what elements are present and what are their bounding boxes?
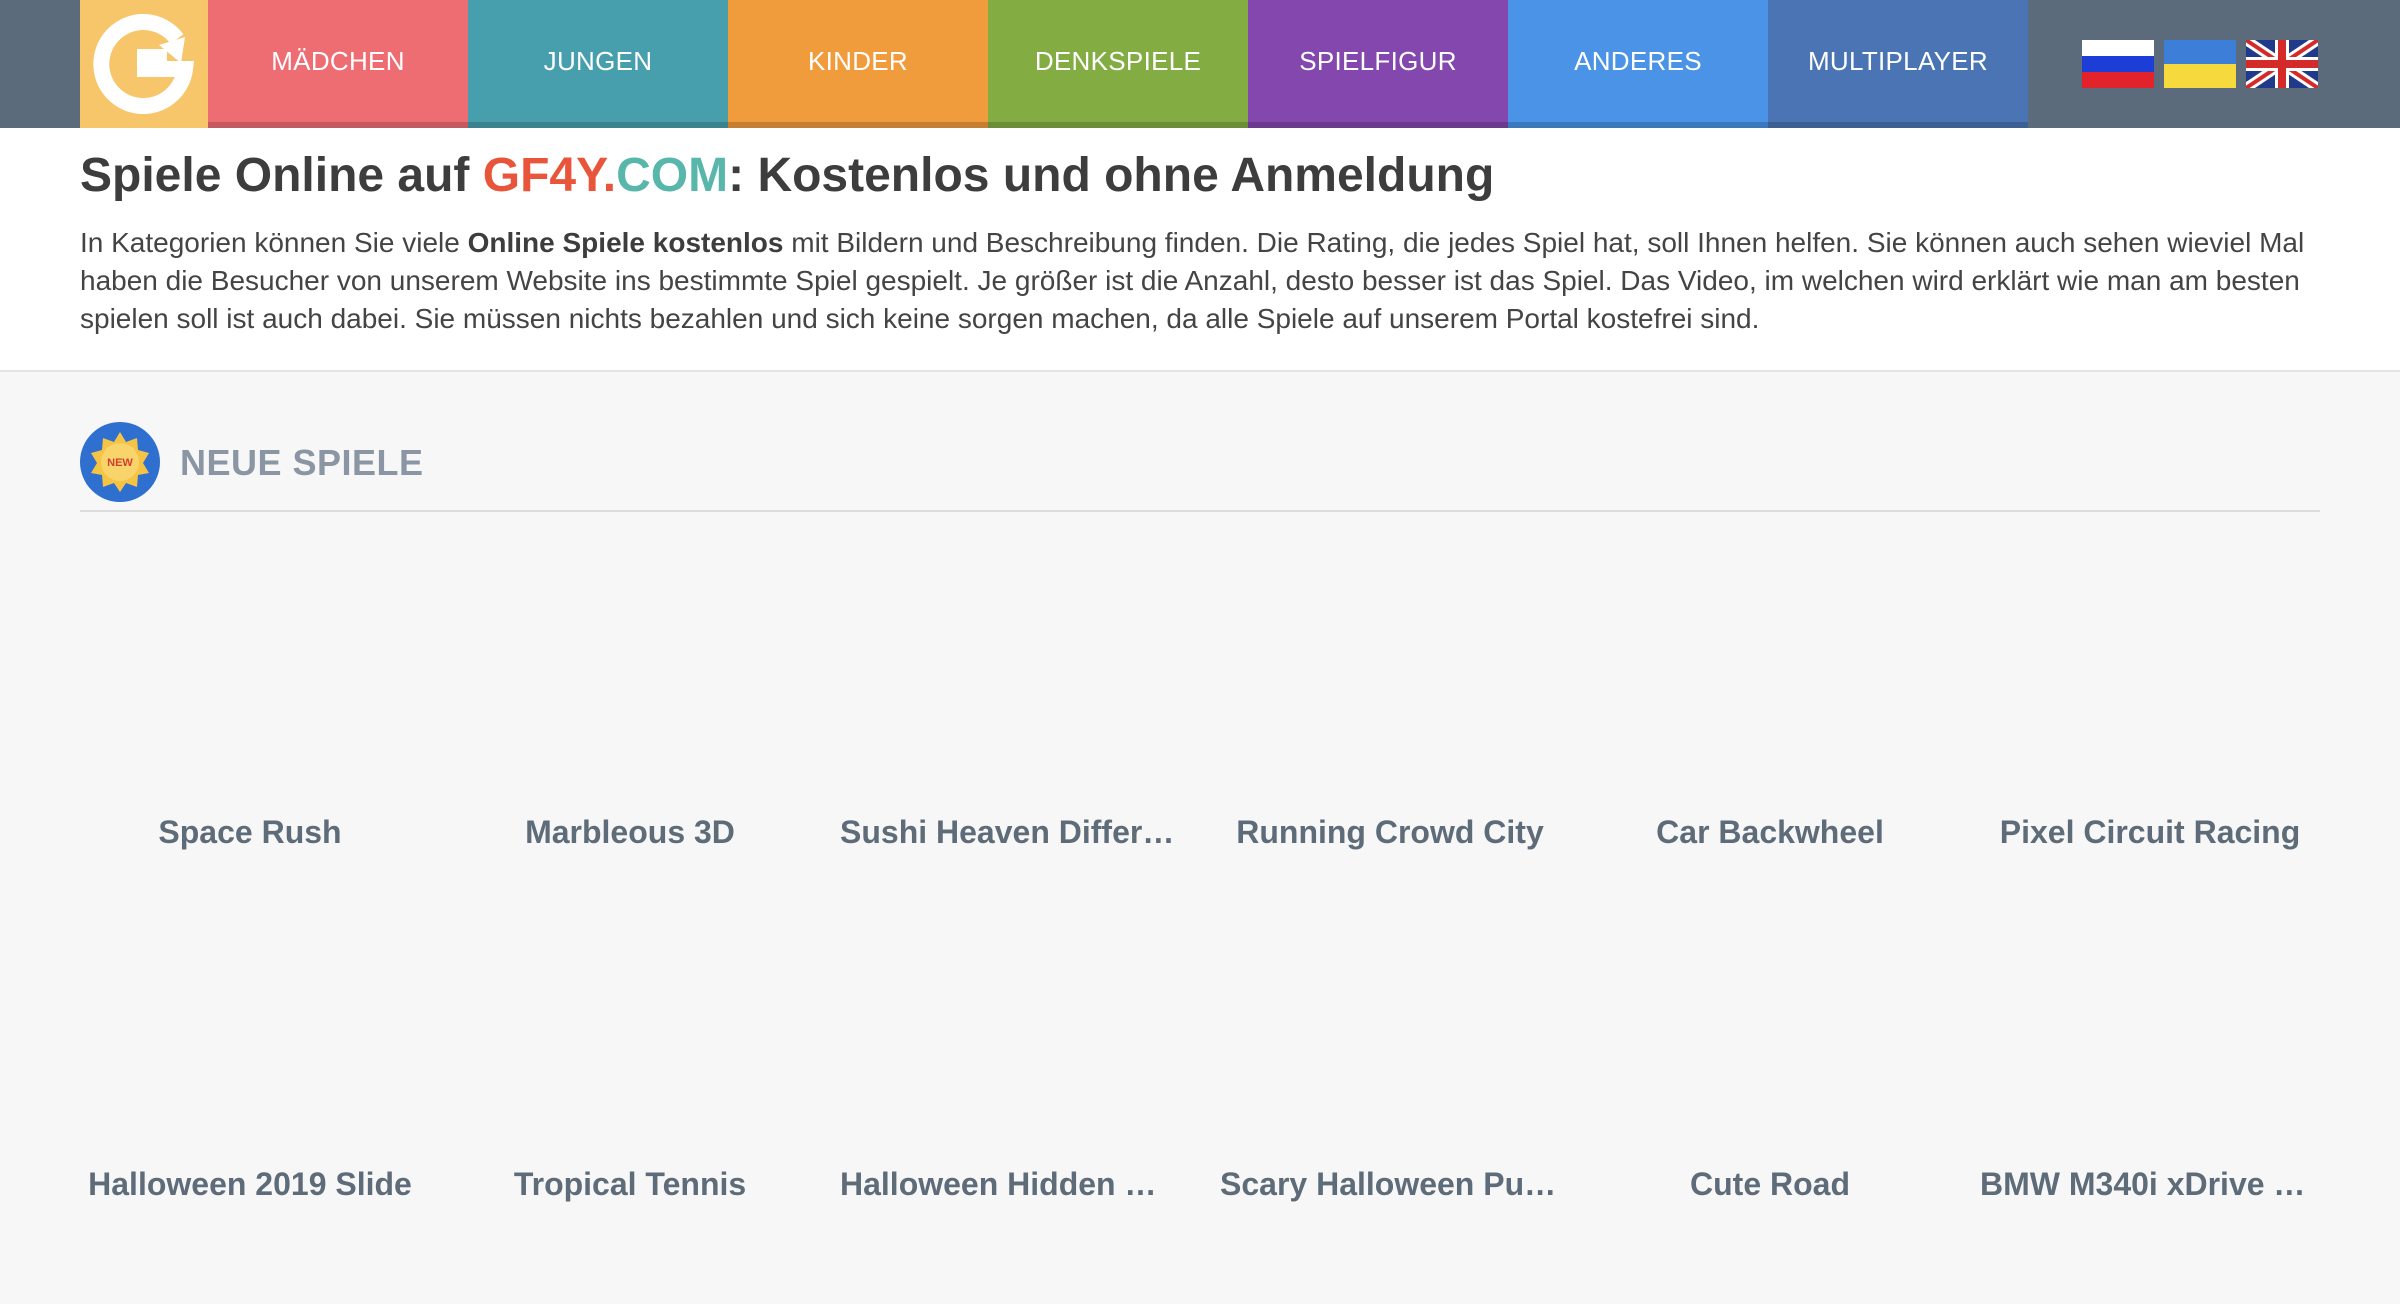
game-card[interactable]: Pixel Circuit Racing <box>1960 512 2340 864</box>
game-thumbnail[interactable] <box>1610 542 1930 768</box>
nav-item-label: MÄDCHEN <box>271 45 405 76</box>
nav-item-label: MULTIPLAYER <box>1807 45 1989 76</box>
nav-item-label: ANDERES <box>1574 45 1702 76</box>
game-card[interactable]: Cute Road <box>1580 864 1960 1216</box>
language-switcher <box>2082 40 2318 88</box>
game-title[interactable]: Sushi Heaven Difference <box>840 814 1180 851</box>
new-games-header: NEW NEUE SPIELE <box>80 420 2320 512</box>
intro-section: Spiele Online auf GF4Y.COM: Kostenlos un… <box>0 128 2400 372</box>
brand-name-part-2: COM <box>616 149 729 202</box>
game-title[interactable]: Space Rush <box>80 814 420 851</box>
badge-text: NEW <box>107 457 133 469</box>
game-thumbnail[interactable] <box>1990 894 2310 1120</box>
game-card[interactable]: Running Crowd City <box>1200 512 1580 864</box>
nav-item-jungen[interactable]: JUNGEN <box>468 0 728 128</box>
game-title[interactable]: Halloween Hidden Objects <box>840 1166 1180 1203</box>
page-title: Spiele Online auf GF4Y.COM: Kostenlos un… <box>80 148 1494 203</box>
game-thumbnail[interactable] <box>1230 894 1550 1120</box>
game-title[interactable]: Halloween 2019 Slide <box>80 1166 420 1203</box>
nav-item-label: KINDER <box>807 45 909 76</box>
nav-item-denkspiele[interactable]: DENKSPIELE <box>988 0 1248 128</box>
top-navigation-bar: MÄDCHEN JUNGEN KINDER DENKSPIELE SPIELFI… <box>0 0 2400 128</box>
game-card[interactable]: Space Rush <box>60 512 440 864</box>
game-thumbnail[interactable] <box>90 894 410 1120</box>
section-title: NEUE SPIELE <box>180 442 424 483</box>
game-card[interactable]: Marbleous 3D <box>440 512 820 864</box>
game-thumbnail[interactable] <box>470 542 790 768</box>
game-thumbnail[interactable] <box>1230 542 1550 768</box>
ukraine-flag-icon[interactable] <box>2164 40 2236 88</box>
game-title[interactable]: Cute Road <box>1600 1166 1940 1203</box>
game-title[interactable]: Tropical Tennis <box>460 1166 800 1203</box>
brand-name-part-1: GF4Y. <box>482 149 617 202</box>
game-thumbnail[interactable] <box>90 542 410 768</box>
nav-item-multiplayer[interactable]: MULTIPLAYER <box>1768 0 2028 128</box>
game-title[interactable]: Car Backwheel <box>1600 814 1940 851</box>
game-thumbnail[interactable] <box>1610 894 1930 1120</box>
game-card[interactable]: Tropical Tennis <box>440 864 820 1216</box>
desc-text-before: In Kategorien können Sie viele <box>80 227 468 258</box>
game-card[interactable]: Halloween 2019 Slide <box>60 864 440 1216</box>
game-title[interactable]: Running Crowd City <box>1220 814 1560 851</box>
nav-item-kinder[interactable]: KINDER <box>728 0 988 128</box>
games-grid: Space Rush Marbleous 3D Sushi Heaven Dif… <box>60 512 2340 1216</box>
game-title[interactable]: Pixel Circuit Racing <box>1980 814 2320 851</box>
game-card[interactable]: Halloween Hidden Objects <box>820 864 1200 1216</box>
game-card[interactable]: Scary Halloween Puzzle <box>1200 864 1580 1216</box>
nav-item-label: DENKSPIELE <box>1034 45 1202 76</box>
desc-bold-text: Online Spiele kostenlos <box>467 227 784 258</box>
game-title[interactable]: BMW M340i xDrive Puzzle <box>1980 1166 2320 1203</box>
game-title[interactable]: Marbleous 3D <box>460 814 800 851</box>
game-card[interactable]: BMW M340i xDrive Puzzle <box>1960 864 2340 1216</box>
game-thumbnail[interactable] <box>850 894 1170 1120</box>
nav-item-anderes[interactable]: ANDERES <box>1508 0 1768 128</box>
site-logo[interactable] <box>80 0 208 128</box>
logo-g-icon <box>93 14 195 115</box>
nav-item-spielfigur[interactable]: SPIELFIGUR <box>1248 0 1508 128</box>
game-thumbnail[interactable] <box>470 894 790 1120</box>
game-thumbnail[interactable] <box>1990 542 2310 768</box>
game-thumbnail[interactable] <box>850 542 1170 768</box>
game-title[interactable]: Scary Halloween Puzzle <box>1220 1166 1560 1203</box>
nav-item-maedchen[interactable]: MÄDCHEN <box>208 0 468 128</box>
game-card[interactable]: Car Backwheel <box>1580 512 1960 864</box>
title-text-before: Spiele Online auf <box>80 149 483 202</box>
uk-flag-icon[interactable] <box>2246 40 2318 88</box>
russia-flag-icon[interactable] <box>2082 40 2154 88</box>
title-text-after: : Kostenlos und ohne Anmeldung <box>728 149 1495 202</box>
intro-description: In Kategorien können Sie viele Online Sp… <box>80 224 2320 338</box>
category-nav: MÄDCHEN JUNGEN KINDER DENKSPIELE SPIELFI… <box>208 0 2028 128</box>
nav-item-label: SPIELFIGUR <box>1299 45 1457 76</box>
game-card[interactable]: Sushi Heaven Difference <box>820 512 1200 864</box>
new-badge-icon: NEW <box>80 422 160 502</box>
nav-item-label: JUNGEN <box>543 45 653 76</box>
